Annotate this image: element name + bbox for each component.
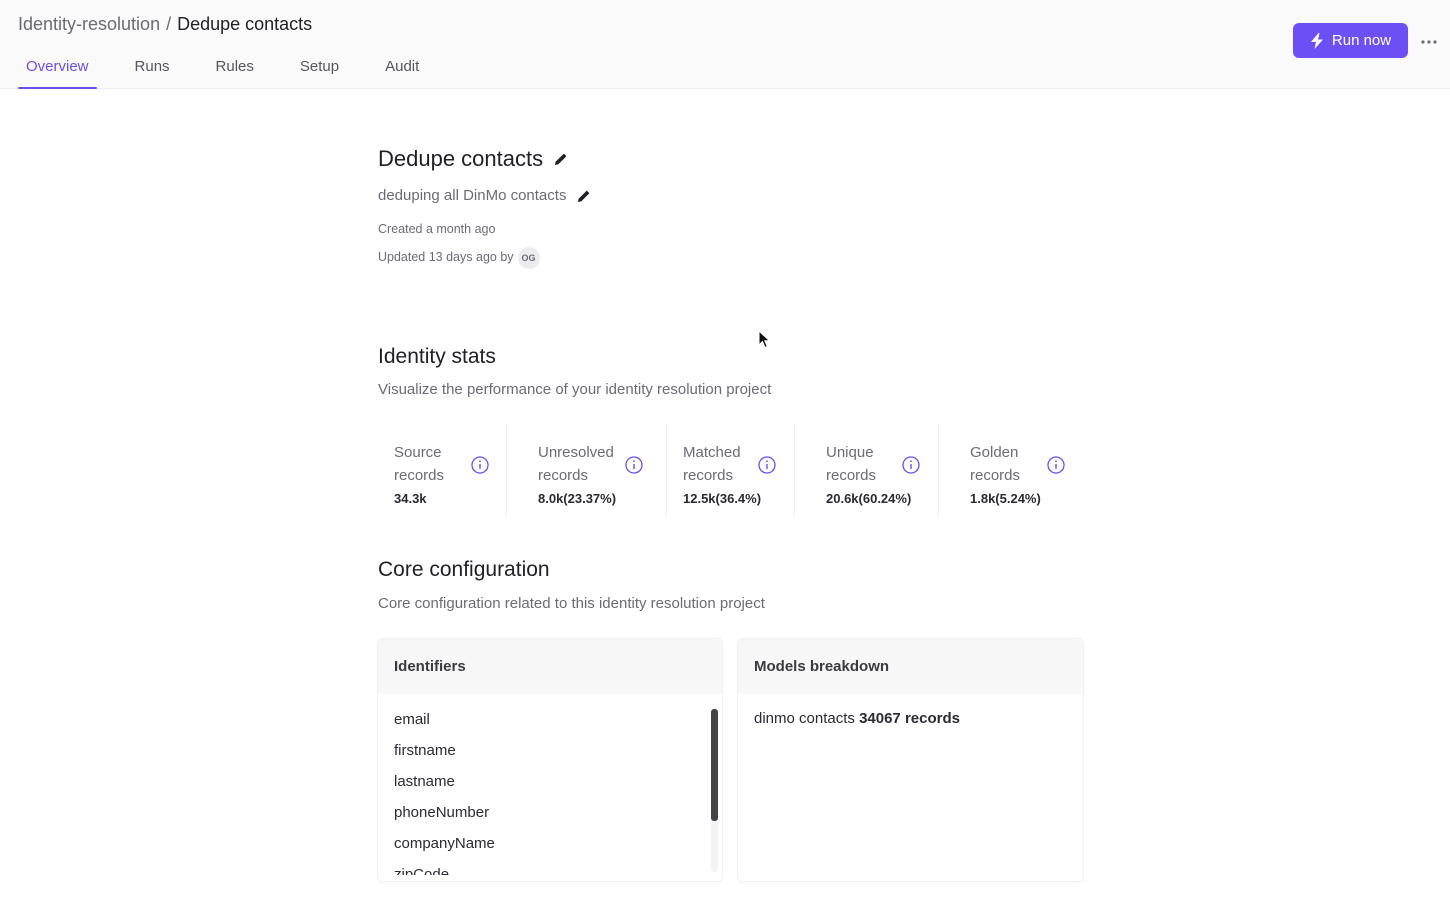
project-description: deduping all DinMo contacts xyxy=(378,187,567,204)
model-name: dinmo contacts xyxy=(754,710,855,727)
info-icon[interactable] xyxy=(902,456,920,474)
stat-label: Unresolved records xyxy=(538,444,614,484)
identifiers-panel: Identifiers email firstname lastname pho… xyxy=(378,639,722,881)
breadcrumb-separator: / xyxy=(166,14,172,34)
updated-text: Updated 13 days ago by xyxy=(378,250,514,264)
info-icon[interactable] xyxy=(758,456,776,474)
scrollbar-thumb[interactable] xyxy=(711,709,718,821)
stat-value: 20.6k(60.24%) xyxy=(826,491,912,506)
edit-title-pencil-icon[interactable] xyxy=(553,151,569,167)
stat-value: 1.8k(5.24%) xyxy=(970,491,1041,506)
info-icon[interactable] xyxy=(1047,456,1065,474)
identity-stats-cards: Source records 34.3k Unresolved records … xyxy=(378,425,1083,517)
model-row: dinmo contacts 34067 records xyxy=(754,710,960,727)
tab-bar: Overview Runs Rules Setup Audit xyxy=(18,56,427,89)
breadcrumb: Identity-resolution / Dedupe contacts xyxy=(18,13,312,35)
stat-card-source-records: Source records 34.3k xyxy=(378,425,506,517)
list-item: phoneNumber xyxy=(394,804,490,821)
run-now-label: Run now xyxy=(1331,32,1392,49)
more-horizontal-icon xyxy=(1421,31,1437,49)
models-breakdown-header: Models breakdown xyxy=(738,639,1083,694)
stat-card-unresolved-records: Unresolved records 8.0k(23.37%) xyxy=(506,425,666,517)
models-breakdown-panel: Models breakdown dinmo contacts 34067 re… xyxy=(738,639,1083,881)
page-header: Identity-resolution / Dedupe contacts Over… xyxy=(0,0,1450,89)
list-item: lastname xyxy=(394,773,455,790)
run-now-button[interactable]: Run now xyxy=(1293,23,1408,58)
info-icon[interactable] xyxy=(471,456,489,474)
identity-stats-description: Visualize the performance of your identi… xyxy=(378,381,772,398)
project-description-row: deduping all DinMo contacts xyxy=(378,186,592,206)
stat-value: 34.3k xyxy=(394,491,427,506)
stat-label: Unique records xyxy=(826,444,877,484)
tab-setup[interactable]: Setup xyxy=(292,56,347,89)
more-options-button[interactable] xyxy=(1418,30,1440,50)
updated-meta: Updated 13 days ago by OG xyxy=(378,245,540,269)
core-configuration-title: Core configuration xyxy=(378,558,550,581)
stat-label: Source records xyxy=(394,444,445,484)
project-title-row: Dedupe contacts xyxy=(378,146,569,172)
breadcrumb-current: Dedupe contacts xyxy=(177,14,313,34)
list-item: firstname xyxy=(394,742,456,759)
stat-card-golden-records: Golden records 1.8k(5.24%) xyxy=(938,425,1083,517)
core-configuration-description: Core configuration related to this ident… xyxy=(378,595,765,612)
breadcrumb-parent-link[interactable]: Identity-resolution xyxy=(18,14,160,34)
list-item: companyName xyxy=(394,835,495,852)
avatar: OG xyxy=(517,247,540,269)
stat-card-matched-records: Matched records 12.5k(36.4%) xyxy=(666,425,794,517)
created-meta: Created a month ago xyxy=(378,222,496,236)
tab-runs[interactable]: Runs xyxy=(127,56,178,89)
mouse-cursor-icon xyxy=(758,329,772,350)
stat-label: Golden records xyxy=(970,444,1021,484)
identity-stats-title: Identity stats xyxy=(378,345,496,368)
info-icon[interactable] xyxy=(625,456,643,474)
tab-audit[interactable]: Audit xyxy=(377,56,427,89)
tab-overview[interactable]: Overview xyxy=(18,56,97,89)
stat-card-unique-records: Unique records 20.6k(60.24%) xyxy=(794,425,938,517)
stat-value: 8.0k(23.37%) xyxy=(538,491,617,506)
list-item: email xyxy=(394,711,430,728)
list-item: zipCode xyxy=(394,866,450,875)
identifiers-list[interactable]: email firstname lastname phoneNumber com… xyxy=(378,709,708,875)
model-record-count: 34067 records xyxy=(859,710,960,727)
tab-rules[interactable]: Rules xyxy=(208,56,262,89)
edit-description-pencil-icon[interactable] xyxy=(576,188,592,204)
stat-value: 12.5k(36.4%) xyxy=(683,491,762,506)
lightning-icon xyxy=(1310,32,1324,49)
project-title: Dedupe contacts xyxy=(378,146,544,171)
identifiers-header: Identifiers xyxy=(378,639,722,694)
